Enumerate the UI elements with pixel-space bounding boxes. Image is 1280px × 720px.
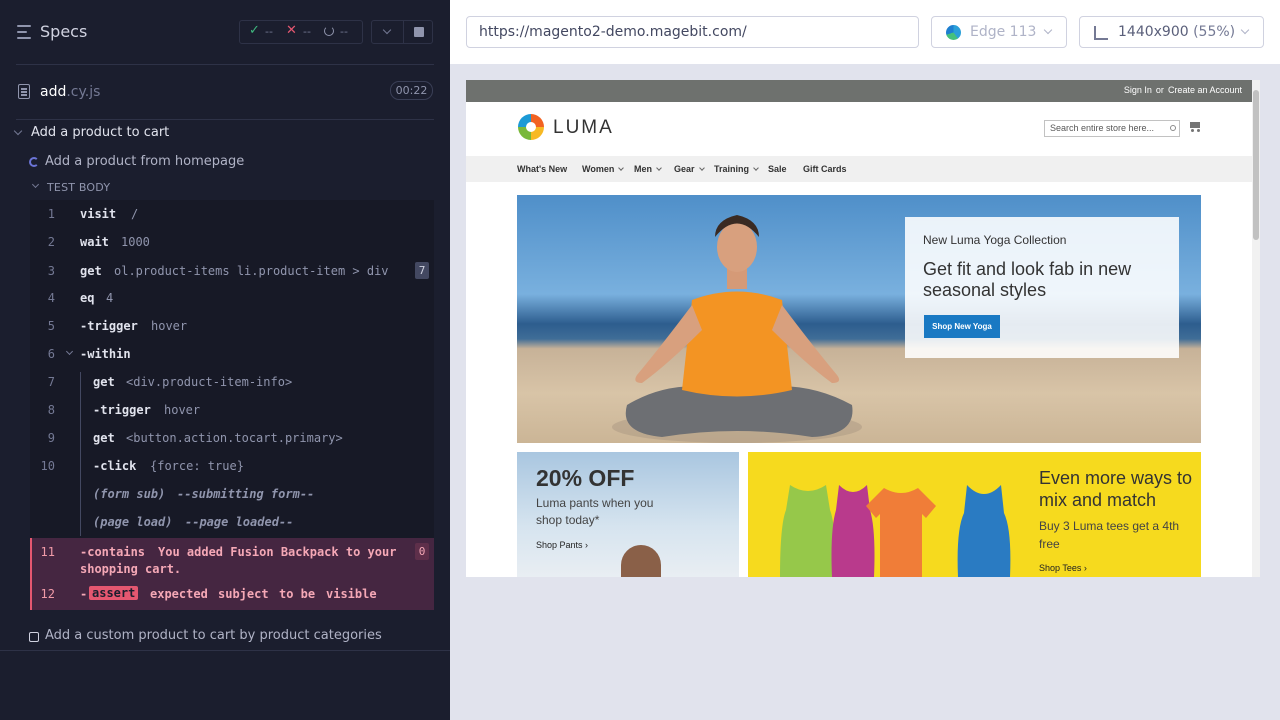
chevron-down-icon[interactable] xyxy=(65,347,74,356)
site-top-links: Sign In or Create an Account xyxy=(466,80,1252,102)
viewport-selector[interactable]: 1440x900 (55%) xyxy=(1079,16,1264,48)
assert-tag: assert xyxy=(89,586,139,600)
command-row[interactable]: (form sub) --submitting form-- xyxy=(30,480,434,508)
pants-headline: 20% OFF xyxy=(536,465,635,491)
command-row[interactable]: (page load) --page loaded-- xyxy=(30,508,434,536)
pants-promo[interactable]: 20% OFF Luma pants when you shop today* … xyxy=(517,452,739,577)
file-icon xyxy=(18,84,30,99)
command-list: 1 visit / 2 wait 1000 3 get ol.product-i… xyxy=(30,200,434,610)
spec-duration: 00:22 xyxy=(390,81,433,100)
pending-square-icon xyxy=(29,632,39,642)
spec-file-row[interactable]: add.cy.js 00:22 xyxy=(0,78,450,106)
count-badge: 7 xyxy=(415,262,429,279)
nav-sale[interactable]: Sale xyxy=(768,164,787,174)
edge-icon xyxy=(946,25,961,40)
browser-selector[interactable]: Edge 113 xyxy=(931,16,1067,48)
running-spinner-icon xyxy=(29,157,39,167)
command-row[interactable]: 10 -click {force: true} xyxy=(30,452,434,480)
nav-whats-new[interactable]: What's New xyxy=(517,164,567,174)
command-row[interactable]: 8 -trigger hover xyxy=(30,396,434,424)
command-row[interactable]: 6 -within xyxy=(30,340,434,368)
tees-headline: Even more ways to mix and match xyxy=(1039,468,1193,510)
test-title: Add a custom product to cart by product … xyxy=(45,628,382,643)
command-row[interactable]: 3 get ol.product-items li.product-item >… xyxy=(30,257,434,285)
nav-gear[interactable]: Gear xyxy=(674,164,705,174)
chevron-down-icon xyxy=(1240,25,1250,35)
command-row[interactable]: 1 visit / xyxy=(30,200,434,228)
failed-count: -- xyxy=(303,25,311,38)
command-row[interactable]: 5 -trigger hover xyxy=(30,312,434,340)
fail-x-icon: ✕ xyxy=(286,23,297,38)
chevron-down-icon xyxy=(31,180,40,189)
passed-count: -- xyxy=(265,25,273,38)
shop-pants-link[interactable]: Shop Pants › xyxy=(536,540,588,550)
command-row[interactable]: 9 get <button.action.tocart.primary> xyxy=(30,424,434,452)
specs-header: Specs ✓ -- ✕ -- -- xyxy=(0,0,450,64)
stop-icon[interactable] xyxy=(414,27,424,37)
specs-title: Specs xyxy=(40,22,88,41)
test-body-toggle[interactable]: TEST BODY xyxy=(0,180,450,196)
command-row[interactable]: 2 wait 1000 xyxy=(30,228,434,256)
pending-count: -- xyxy=(340,25,348,38)
cart-icon[interactable] xyxy=(1188,120,1202,132)
command-row-failed[interactable]: 12 - assert expected subject to be visib… xyxy=(30,580,434,610)
viewport-label: 1440x900 (55%) xyxy=(1118,24,1236,40)
luma-logo-text[interactable]: LUMA xyxy=(553,117,614,139)
shop-tees-link[interactable]: Shop Tees › xyxy=(1039,563,1087,573)
promo-card: New Luma Yoga Collection Get fit and loo… xyxy=(905,217,1179,358)
browser-label: Edge 113 xyxy=(970,24,1037,40)
create-account-link[interactable]: Create an Account xyxy=(1168,85,1242,95)
aut-frame: Sign In or Create an Account LUMA Search e… xyxy=(466,80,1260,577)
tees-promo[interactable]: Even more ways to mix and match Buy 3 Lu… xyxy=(748,452,1201,577)
orange-tee-image xyxy=(866,488,936,577)
site-search-input[interactable]: Search entire store here... xyxy=(1044,120,1180,137)
promo-title: Get fit and look fab in new seasonal sty… xyxy=(923,259,1132,300)
nav-men[interactable]: Men xyxy=(634,164,662,174)
man-image xyxy=(621,545,661,577)
nav-gift-cards[interactable]: Gift Cards xyxy=(803,164,847,174)
nav-women[interactable]: Women xyxy=(582,164,625,174)
yoga-woman-image xyxy=(612,215,862,443)
url-field[interactable]: https://magento2-demo.magebit.com/ xyxy=(466,16,919,48)
nav-training[interactable]: Training xyxy=(714,164,759,174)
viewport-icon xyxy=(1094,26,1108,40)
test-stats: ✓ -- ✕ -- -- xyxy=(239,20,363,44)
pending-icon xyxy=(324,26,334,36)
chevron-down-icon[interactable] xyxy=(382,25,392,35)
suite-row[interactable]: Add a product to cart xyxy=(0,124,450,144)
chevron-down-icon xyxy=(13,126,23,136)
check-icon: ✓ xyxy=(249,23,260,38)
luma-logo-icon[interactable] xyxy=(518,114,544,140)
pants-description: Luma pants when you shop today* xyxy=(536,496,654,527)
site-nav: What's New Women Men Gear Training Sale … xyxy=(466,156,1252,182)
test-title: Add a product from homepage xyxy=(45,154,245,169)
command-row[interactable]: 7 get <div.product-item-info> xyxy=(30,368,434,396)
test-row[interactable]: Add a custom product to cart by product … xyxy=(0,627,450,647)
test-row[interactable]: Add a product from homepage xyxy=(0,152,450,172)
command-row[interactable]: 4 eq 4 xyxy=(30,284,434,312)
aut-scrollbar[interactable] xyxy=(1252,80,1260,577)
spec-filename: add.cy.js xyxy=(40,84,101,100)
menu-icon[interactable] xyxy=(17,25,33,39)
chevron-down-icon xyxy=(1043,25,1053,35)
test-body-label: TEST BODY xyxy=(47,181,111,194)
shop-new-yoga-button[interactable]: Shop New Yoga xyxy=(924,315,1000,338)
search-icon[interactable] xyxy=(1170,125,1176,131)
hero-banner[interactable]: New Luma Yoga Collection Get fit and loo… xyxy=(517,195,1201,443)
runner-controls xyxy=(371,20,433,44)
count-badge: 0 xyxy=(415,543,429,560)
green-tank-image xyxy=(780,485,836,577)
tees-description: Buy 3 Luma tees get a 4th free xyxy=(1039,519,1180,551)
aut-toolbar: https://magento2-demo.magebit.com/ Edge … xyxy=(450,0,1280,64)
suite-title: Add a product to cart xyxy=(31,125,170,140)
command-log-panel: Specs ✓ -- ✕ -- -- add.cy.js 00:22 Add a… xyxy=(0,0,450,720)
command-row-failed[interactable]: 11 -contains You added Fusion Backpack t… xyxy=(30,538,434,580)
sign-in-link[interactable]: Sign In xyxy=(1124,85,1152,95)
blue-tank-image xyxy=(957,485,1011,577)
promo-subtitle: New Luma Yoga Collection xyxy=(923,233,1067,247)
